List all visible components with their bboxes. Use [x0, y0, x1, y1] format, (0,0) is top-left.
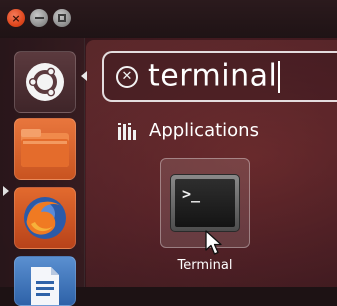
maximize-icon — [58, 14, 66, 22]
search-bar[interactable]: ✕ terminal — [102, 51, 337, 102]
search-input[interactable]: terminal — [148, 58, 281, 93]
close-button[interactable]: × — [7, 9, 25, 27]
terminal-screen: >_ — [175, 179, 235, 227]
text-caret — [278, 60, 281, 93]
mouse-cursor-icon — [205, 230, 222, 255]
home-folder-icon — [21, 129, 69, 167]
app-label: Terminal — [177, 258, 233, 273]
launcher — [0, 38, 85, 306]
libreoffice-writer-icon — [31, 267, 59, 305]
libreoffice-writer-launcher[interactable] — [14, 256, 76, 306]
terminal-prompt: >_ — [182, 185, 201, 203]
firefox-launcher[interactable] — [14, 187, 76, 249]
dash-open-indicator — [81, 71, 87, 81]
maximize-button[interactable] — [53, 9, 71, 27]
dash-home-button[interactable] — [14, 51, 76, 113]
active-indicator — [3, 186, 9, 196]
terminal-icon: >_ — [170, 174, 240, 232]
ubuntu-logo-icon — [26, 63, 64, 101]
home-folder-launcher[interactable] — [14, 118, 76, 180]
category-header[interactable]: Applications — [117, 120, 259, 141]
top-panel: × — [0, 0, 337, 38]
search-query: terminal — [148, 58, 278, 93]
clear-search-icon[interactable]: ✕ — [116, 65, 138, 88]
applications-icon — [118, 122, 136, 140]
minimize-icon — [34, 17, 44, 19]
category-label: Applications — [149, 120, 259, 141]
minimize-button[interactable] — [30, 9, 48, 27]
firefox-icon — [24, 197, 66, 239]
close-icon: × — [11, 11, 21, 25]
